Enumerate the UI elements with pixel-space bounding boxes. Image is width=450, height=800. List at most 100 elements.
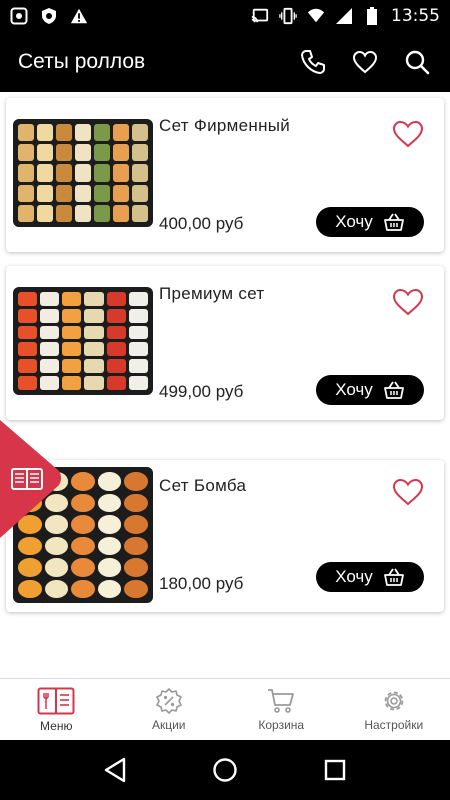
sushi-roll — [106, 376, 126, 390]
sushi-roll — [113, 204, 129, 222]
nav-item-cart[interactable]: Корзина — [225, 679, 338, 740]
sushi-roll — [84, 308, 104, 323]
sushi-roll — [84, 292, 104, 306]
product-card[interactable]: Сет Бомба 180,00 руб Хочу — [6, 460, 444, 612]
heart-icon — [392, 120, 424, 148]
battery-icon — [363, 7, 381, 25]
warning-icon — [70, 7, 88, 25]
product-name: Премиум сет — [159, 284, 265, 303]
sushi-roll — [84, 325, 104, 340]
sushi-roll — [128, 292, 148, 306]
sushi-roll — [44, 558, 69, 577]
nav-label: Настройки — [364, 717, 424, 732]
sushi-roll — [62, 292, 82, 306]
want-button-label: Хочу — [335, 380, 373, 399]
signal-icon — [335, 7, 353, 25]
want-button-label: Хочу — [335, 212, 373, 231]
sushi-roll — [56, 204, 72, 222]
wifi-icon — [307, 7, 325, 25]
sushi-roll — [94, 144, 110, 162]
back-triangle-icon — [104, 757, 126, 783]
sushi-roll — [37, 184, 53, 202]
sushi-roll — [132, 124, 148, 142]
sushi-roll — [75, 164, 91, 182]
sushi-roll — [94, 204, 110, 222]
bottom-nav: Меню Акции Корзина Настройки — [0, 678, 450, 740]
sushi-roll — [84, 376, 104, 390]
cast-icon — [251, 7, 269, 25]
sushi-roll — [37, 144, 53, 162]
product-price: 400,00 руб — [159, 214, 244, 233]
sushi-roll — [132, 144, 148, 162]
product-image — [13, 287, 153, 395]
nav-label: Корзина — [258, 717, 305, 732]
sushi-roll — [106, 342, 126, 357]
basket-icon — [383, 568, 404, 586]
sushi-roll — [97, 493, 122, 512]
product-list: Сет Фирменный 400,00 руб Хочу Премиум се… — [0, 92, 450, 678]
sushi-roll — [128, 325, 148, 340]
favorite-button[interactable] — [392, 478, 424, 506]
sushi-roll — [113, 164, 129, 182]
favorite-button[interactable] — [392, 120, 424, 148]
sushi-roll — [71, 493, 95, 512]
nav-item-promos[interactable]: Акции — [113, 679, 226, 740]
sushi-roll — [128, 376, 148, 390]
sushi-roll — [18, 204, 34, 222]
sushi-roll — [40, 292, 60, 306]
search-icon — [405, 50, 430, 75]
page-title: Сеты роллов — [18, 50, 146, 73]
sushi-roll — [106, 292, 126, 306]
sushi-roll — [75, 124, 91, 142]
sushi-roll — [37, 204, 53, 222]
screenshot-icon — [10, 7, 28, 25]
favorites-button[interactable] — [350, 47, 380, 77]
back-button[interactable] — [100, 755, 130, 785]
sushi-roll — [18, 536, 42, 555]
sushi-roll — [44, 536, 69, 555]
heart-icon — [392, 478, 424, 506]
system-nav-bar — [0, 740, 450, 800]
product-card[interactable]: Сет Фирменный 400,00 руб Хочу — [6, 98, 444, 252]
vibrate-icon — [279, 7, 297, 25]
sushi-roll — [56, 184, 72, 202]
status-left — [10, 7, 88, 25]
sushi-roll — [18, 359, 38, 374]
sushi-roll — [62, 308, 82, 323]
product-price: 180,00 руб — [159, 574, 244, 593]
nav-item-menu[interactable]: Меню — [0, 679, 113, 740]
sushi-roll — [124, 493, 148, 512]
sushi-roll — [18, 325, 38, 340]
app-actions — [298, 47, 432, 77]
sushi-roll — [84, 342, 104, 357]
want-button[interactable]: Хочу — [316, 375, 424, 405]
cart-icon — [268, 688, 295, 713]
sushi-roll — [56, 144, 72, 162]
want-button[interactable]: Хочу — [316, 562, 424, 592]
sushi-roll — [40, 342, 60, 357]
nav-item-settings[interactable]: Настройки — [338, 679, 450, 740]
sushi-roll — [113, 144, 129, 162]
recents-square-icon — [324, 759, 346, 781]
catalog-side-tab[interactable] — [0, 420, 62, 538]
sushi-roll — [94, 124, 110, 142]
want-button[interactable]: Хочу — [316, 207, 424, 237]
sushi-roll — [62, 325, 82, 340]
search-button[interactable] — [402, 47, 432, 77]
favorite-button[interactable] — [392, 288, 424, 316]
gear-icon — [384, 691, 404, 710]
home-button[interactable] — [210, 755, 240, 785]
sushi-roll — [18, 164, 34, 182]
sushi-roll — [124, 558, 148, 577]
sushi-roll — [40, 325, 60, 340]
recents-button[interactable] — [320, 755, 350, 785]
sushi-roll — [71, 515, 95, 534]
sushi-roll — [75, 144, 91, 162]
sushi-roll — [56, 164, 72, 182]
phone-button[interactable] — [298, 47, 328, 77]
status-right: 13:55 — [251, 6, 440, 26]
sushi-roll — [40, 308, 60, 323]
sushi-roll — [97, 579, 122, 598]
product-card[interactable]: Премиум сет 499,00 руб Хочу — [6, 266, 444, 420]
sushi-roll — [37, 164, 53, 182]
